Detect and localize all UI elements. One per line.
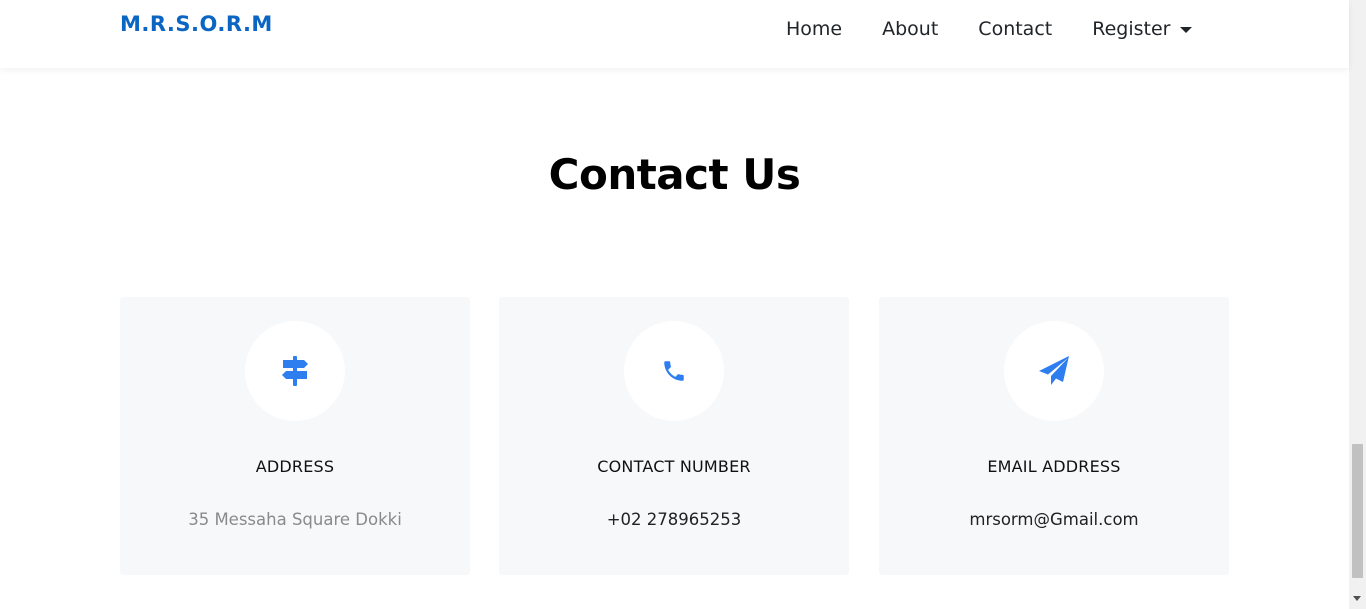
- address-value: 35 Messaha Square Dokki: [188, 510, 402, 529]
- nav-link-home[interactable]: Home: [786, 16, 842, 42]
- paper-plane-icon: [1039, 356, 1069, 385]
- scrollbar-thumb[interactable]: [1352, 444, 1363, 578]
- nav-link-about[interactable]: About: [882, 16, 938, 42]
- page-title: Contact Us: [548, 150, 801, 199]
- scroll-down-arrow-icon[interactable]: [1353, 596, 1361, 601]
- brand-logo[interactable]: M.R.S.O.R.M: [120, 12, 273, 36]
- phone-icon-circle: [624, 321, 724, 421]
- phone-icon: [664, 361, 684, 381]
- email-label: EMAIL ADDRESS: [987, 457, 1121, 476]
- email-value: mrsorm@Gmail.com: [969, 510, 1139, 529]
- address-card: ADDRESS 35 Messaha Square Dokki: [120, 297, 470, 575]
- contact-number-value: +02 278965253: [606, 510, 742, 529]
- navbar: M.R.S.O.R.M Home About Contact Register: [0, 0, 1349, 68]
- vertical-scrollbar[interactable]: [1349, 0, 1366, 609]
- signpost-icon: [282, 356, 308, 386]
- address-label: ADDRESS: [255, 457, 335, 476]
- caret-down-icon: [1180, 26, 1193, 33]
- address-icon-circle: [245, 321, 345, 421]
- nav-link-register[interactable]: Register: [1092, 16, 1170, 42]
- nav-link-contact[interactable]: Contact: [978, 16, 1052, 42]
- contact-number-card: CONTACT NUMBER +02 278965253: [499, 297, 849, 575]
- email-icon-circle: [1004, 321, 1104, 421]
- contact-number-label: CONTACT NUMBER: [597, 457, 751, 476]
- email-card: EMAIL ADDRESS mrsorm@Gmail.com: [879, 297, 1229, 575]
- nav-links: Home About Contact Register: [786, 16, 1193, 42]
- register-dropdown[interactable]: Register: [1092, 16, 1193, 42]
